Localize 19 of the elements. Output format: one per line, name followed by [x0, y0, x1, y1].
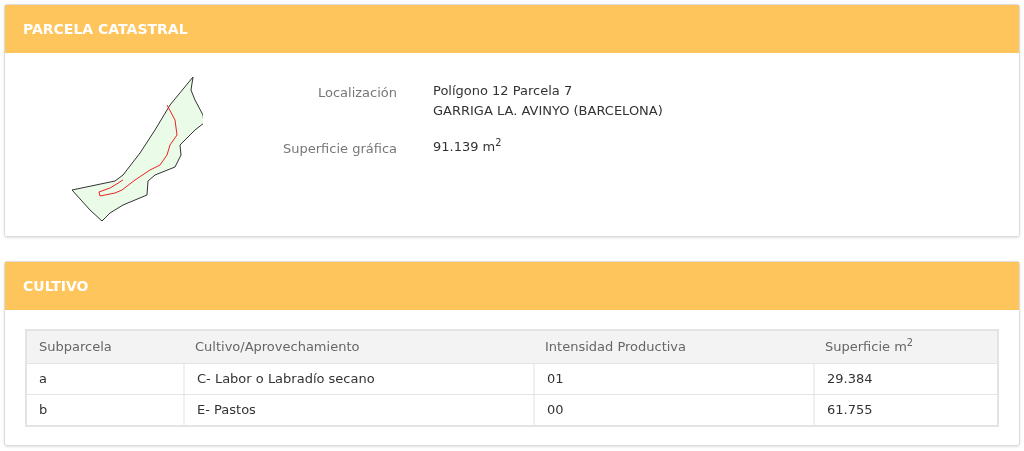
table-cell: 29.384	[813, 364, 997, 394]
section-title: CULTIVO	[23, 276, 89, 296]
table-cell-text: b	[38, 401, 49, 420]
column-header: Subparcela	[38, 338, 113, 357]
table-cell: E- Pastos	[183, 395, 533, 425]
field-value: GARRIGA LA. AVINYO (BARCELONA)	[433, 102, 663, 120]
field-label: Superficie gráfica	[281, 140, 398, 158]
table-cell: C- Labor o Labradío secano	[183, 364, 533, 394]
table-cell: 01	[533, 364, 813, 394]
table-cell: 61.755	[813, 395, 997, 425]
table-cell-text: a	[38, 370, 48, 389]
column-header: Superficie m$^{2}$	[824, 337, 915, 357]
field-label: Localización	[316, 84, 398, 102]
field-value: Polígono 12 Parcela 7	[433, 82, 574, 100]
table-cell: 00	[533, 395, 813, 425]
column-header: Cultivo/Aprovechamiento	[194, 338, 361, 357]
column-header: Intensidad Productiva	[544, 338, 688, 357]
field-value: 91.139 m$^{2}$	[433, 137, 502, 156]
section-title: PARCELA CATASTRAL	[23, 19, 188, 39]
